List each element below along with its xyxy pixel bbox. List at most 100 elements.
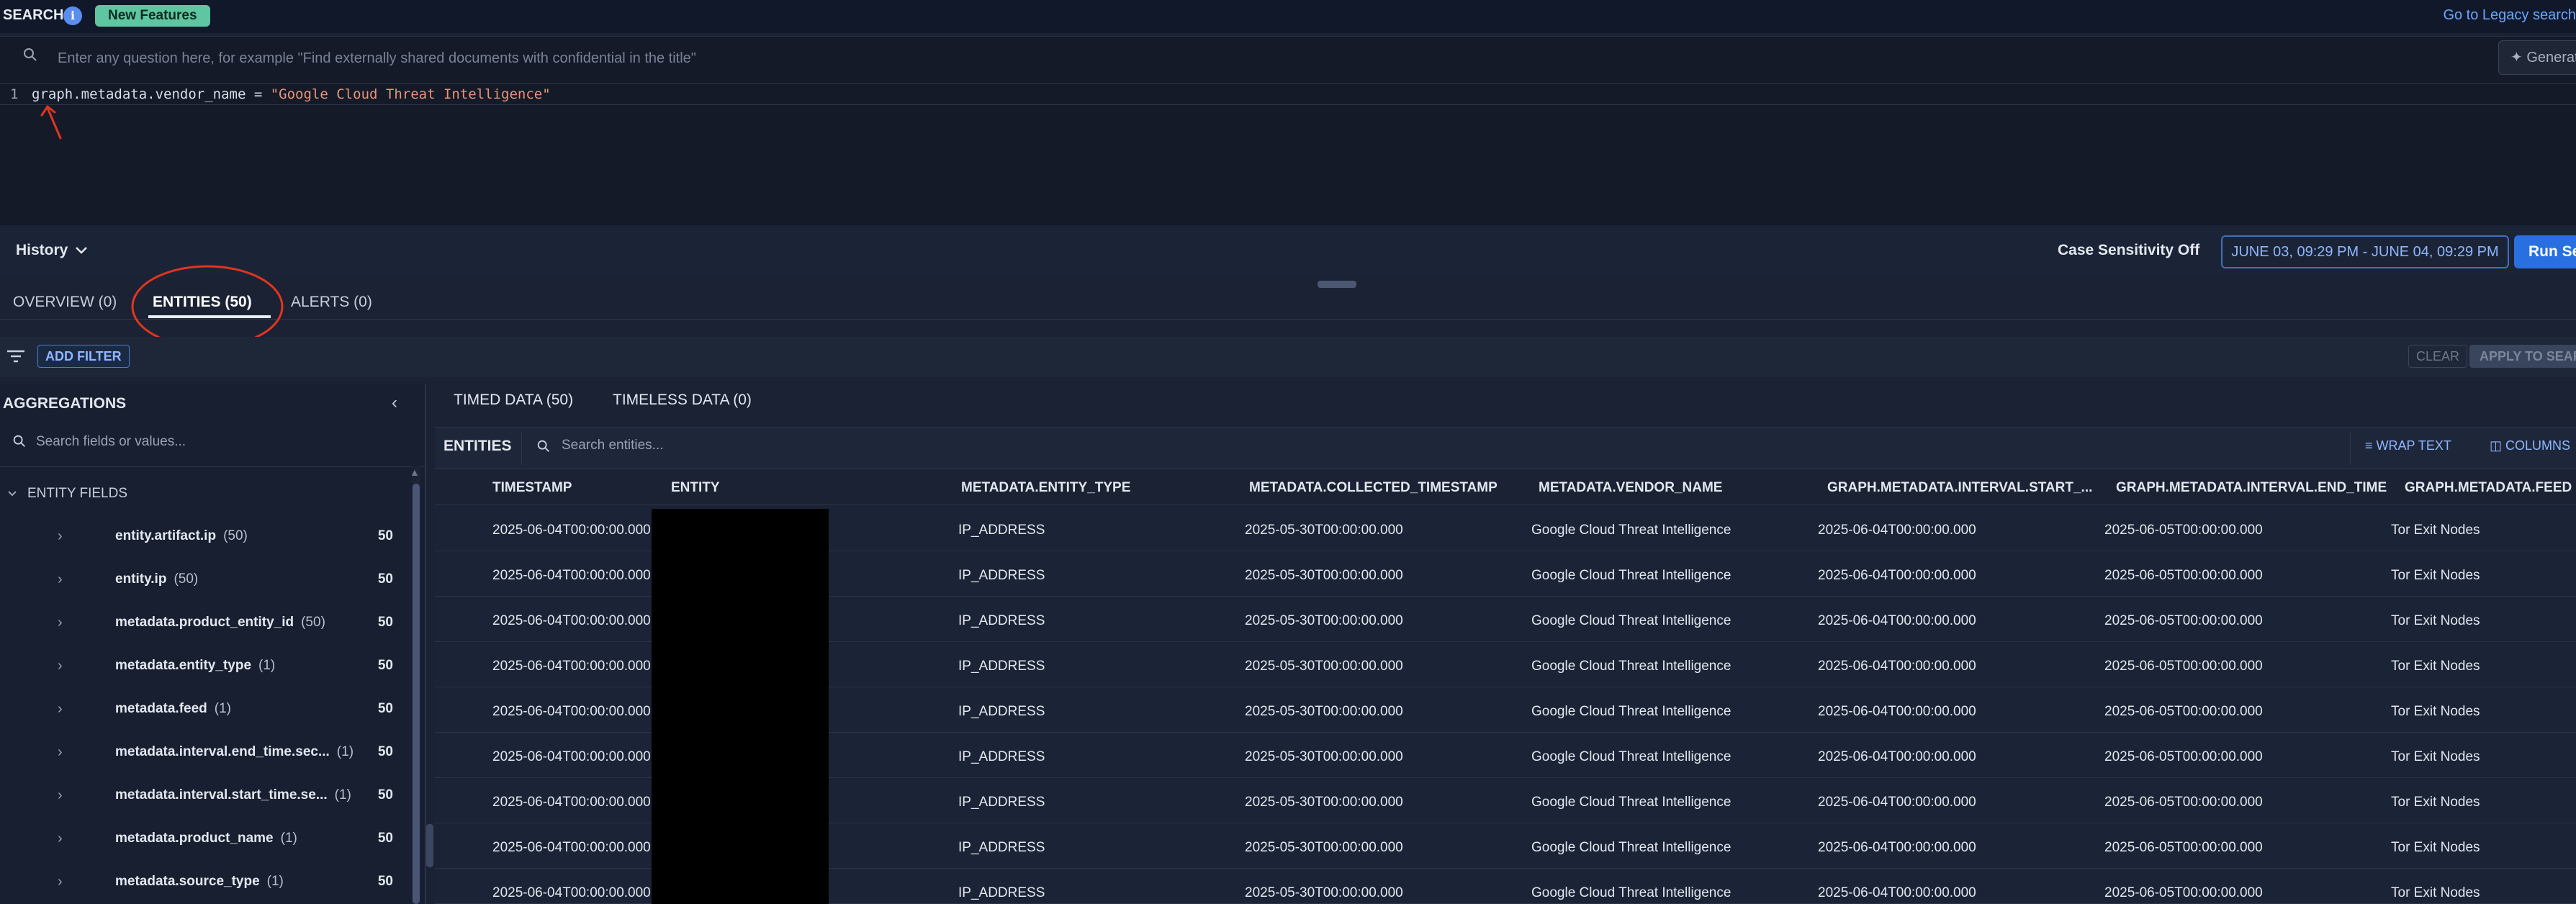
entities-label: ENTITIES [443, 438, 512, 454]
cell-interval-start: 2025-06-04T00:00:00.000 [1818, 885, 1976, 900]
divider [521, 432, 522, 465]
chevron-right-icon[interactable]: › [58, 701, 63, 718]
column-header[interactable]: ENTITY [671, 480, 720, 496]
cell-feed: Tor Exit Nodes [2391, 568, 2480, 583]
field-name: metadata.interval.end_time.sec... [115, 744, 330, 759]
chevron-right-icon[interactable]: › [58, 571, 63, 588]
cell-vendor-name: Google Cloud Threat Intelligence [1531, 659, 1731, 674]
info-icon[interactable]: i [63, 6, 82, 25]
cell-timestamp: 2025-06-04T00:00:00.000 [492, 795, 651, 810]
cell-collected-timestamp: 2025-05-30T00:00:00.000 [1245, 749, 1403, 764]
query-value: "Google Cloud Threat Intelligence" [270, 86, 551, 102]
search-icon [13, 435, 25, 447]
tab-overview[interactable]: OVERVIEW (0) [13, 294, 117, 311]
cell-timestamp: 2025-06-04T00:00:00.000 [492, 840, 651, 855]
entity-fields-section[interactable]: ENTITY FIELDS [7, 486, 127, 502]
aggregation-field-row[interactable]: › metadata.product_name (1) 50 [0, 831, 410, 874]
cell-feed: Tor Exit Nodes [2391, 704, 2480, 719]
cell-feed: Tor Exit Nodes [2391, 885, 2480, 900]
new-features-badge[interactable]: New Features [95, 5, 210, 27]
tab-alerts[interactable]: ALERTS (0) [291, 294, 372, 311]
column-header[interactable]: METADATA.ENTITY_TYPE [961, 480, 1130, 496]
field-total: 50 [377, 831, 393, 846]
cell-interval-end: 2025-06-05T00:00:00.000 [2104, 885, 2263, 900]
cell-entity-type: IP_ADDRESS [958, 523, 1045, 538]
apply-to-search-button[interactable]: APPLY TO SEARCH [2469, 345, 2576, 368]
date-range-picker[interactable]: JUNE 03, 09:29 PM - JUNE 04, 09:29 PM [2221, 235, 2509, 268]
cell-entity-type: IP_ADDRESS [958, 613, 1045, 628]
chevron-right-icon[interactable]: › [58, 658, 63, 674]
chevron-right-icon[interactable]: › [58, 528, 63, 545]
cell-interval-start: 2025-06-04T00:00:00.000 [1818, 795, 1976, 810]
cell-entity-type: IP_ADDRESS [958, 659, 1045, 674]
query-field: graph.metadata.vendor_name = [32, 86, 271, 102]
run-search-button[interactable]: Run Search [2514, 235, 2576, 268]
cell-vendor-name: Google Cloud Threat Intelligence [1531, 795, 1731, 810]
cell-vendor-name: Google Cloud Threat Intelligence [1531, 840, 1731, 855]
history-dropdown[interactable]: History [16, 242, 88, 259]
chevron-right-icon[interactable]: › [58, 787, 63, 804]
cell-collected-timestamp: 2025-05-30T00:00:00.000 [1245, 659, 1403, 674]
cell-vendor-name: Google Cloud Threat Intelligence [1531, 568, 1731, 583]
scrollbar-thumb[interactable] [413, 484, 420, 904]
columns-button[interactable]: ◫ COLUMNS [2490, 438, 2570, 453]
aggregation-field-row[interactable]: › entity.ip (50) 50 [0, 571, 410, 615]
search-icon [537, 440, 549, 452]
cell-vendor-name: Google Cloud Threat Intelligence [1531, 885, 1731, 900]
aggregation-field-row[interactable]: › metadata.source_type (1) 50 [0, 874, 410, 904]
column-header[interactable]: GRAPH.METADATA.INTERVAL.END_TIME [2116, 480, 2387, 496]
column-header[interactable]: METADATA.COLLECTED_TIMESTAMP [1249, 480, 1498, 496]
field-name: metadata.interval.start_time.se... [115, 787, 328, 803]
filter-icon[interactable] [6, 348, 26, 364]
scroll-up-icon[interactable]: ▲ [410, 466, 420, 478]
clear-filters-button[interactable]: CLEAR [2408, 345, 2468, 368]
aggregation-field-row[interactable]: › metadata.interval.end_time.sec... (1) 5… [0, 744, 410, 787]
aggregation-field-row[interactable]: › entity.artifact.ip (50) 50 [0, 528, 410, 571]
add-filter-button[interactable]: ADD FILTER [37, 345, 130, 368]
aggregation-field-row[interactable]: › metadata.feed (1) 50 [0, 701, 410, 744]
cell-timestamp: 2025-06-04T00:00:00.000 [492, 749, 651, 764]
field-count: (1) [336, 744, 354, 759]
magic-wand-icon: ✦ [2510, 50, 2523, 65]
top-bar [0, 0, 2576, 33]
aggregation-field-row[interactable]: › metadata.product_entity_id (50) 50 [0, 615, 410, 658]
cell-collected-timestamp: 2025-05-30T00:00:00.000 [1245, 840, 1403, 855]
cell-feed: Tor Exit Nodes [2391, 523, 2480, 538]
chevron-right-icon[interactable]: › [58, 615, 63, 631]
cell-entity-type: IP_ADDRESS [958, 885, 1045, 900]
column-header[interactable]: GRAPH.METADATA.INTERVAL.START_... [1827, 480, 2092, 496]
column-header[interactable]: GRAPH.METADATA.FEED [2405, 480, 2572, 496]
legacy-search-link[interactable]: Go to Legacy search [2443, 7, 2576, 24]
generate-query-button[interactable]: ✦ Generate [2498, 40, 2576, 75]
tab-timeless-data[interactable]: TIMELESS DATA (0) [613, 392, 752, 409]
chevron-right-icon[interactable]: › [58, 874, 63, 890]
aggregation-field-row[interactable]: › metadata.interval.start_time.se... (1) … [0, 787, 410, 831]
aggregations-search-input[interactable] [36, 430, 410, 453]
cell-interval-end: 2025-06-05T00:00:00.000 [2104, 704, 2263, 719]
tab-timed-data[interactable]: TIMED DATA (50) [454, 392, 573, 409]
chevron-right-icon[interactable]: › [58, 744, 63, 761]
query-code[interactable]: graph.metadata.vendor_name = "Google Clo… [32, 86, 551, 102]
filter-bar [0, 337, 2576, 377]
column-header[interactable]: TIMESTAMP [492, 480, 572, 496]
field-total: 50 [377, 874, 393, 889]
case-sensitivity-toggle[interactable]: Case Sensitivity Off [2058, 242, 2199, 259]
cell-timestamp: 2025-06-04T00:00:00.000 [492, 613, 651, 628]
chevron-right-icon[interactable]: › [58, 831, 63, 847]
cell-vendor-name: Google Cloud Threat Intelligence [1531, 749, 1731, 764]
cell-collected-timestamp: 2025-05-30T00:00:00.000 [1245, 704, 1403, 719]
chevron-left-icon[interactable]: ‹ [392, 393, 397, 413]
column-header[interactable]: METADATA.VENDOR_NAME [1539, 480, 1722, 496]
search-icon [24, 48, 37, 61]
cell-collected-timestamp: 2025-05-30T00:00:00.000 [1245, 613, 1403, 628]
cell-collected-timestamp: 2025-05-30T00:00:00.000 [1245, 568, 1403, 583]
wrap-text-button[interactable]: ≡ WRAP TEXT [2365, 438, 2451, 453]
cell-interval-end: 2025-06-05T00:00:00.000 [2104, 523, 2263, 538]
aggregation-field-row[interactable]: › metadata.entity_type (1) 50 [0, 658, 410, 701]
entities-search-input[interactable] [562, 434, 1138, 457]
field-count: (1) [266, 874, 284, 889]
cell-interval-end: 2025-06-05T00:00:00.000 [2104, 659, 2263, 674]
cell-entity-type: IP_ADDRESS [958, 840, 1045, 855]
ask-question-input[interactable] [58, 46, 2433, 71]
panel-resize-handle[interactable] [426, 824, 433, 867]
